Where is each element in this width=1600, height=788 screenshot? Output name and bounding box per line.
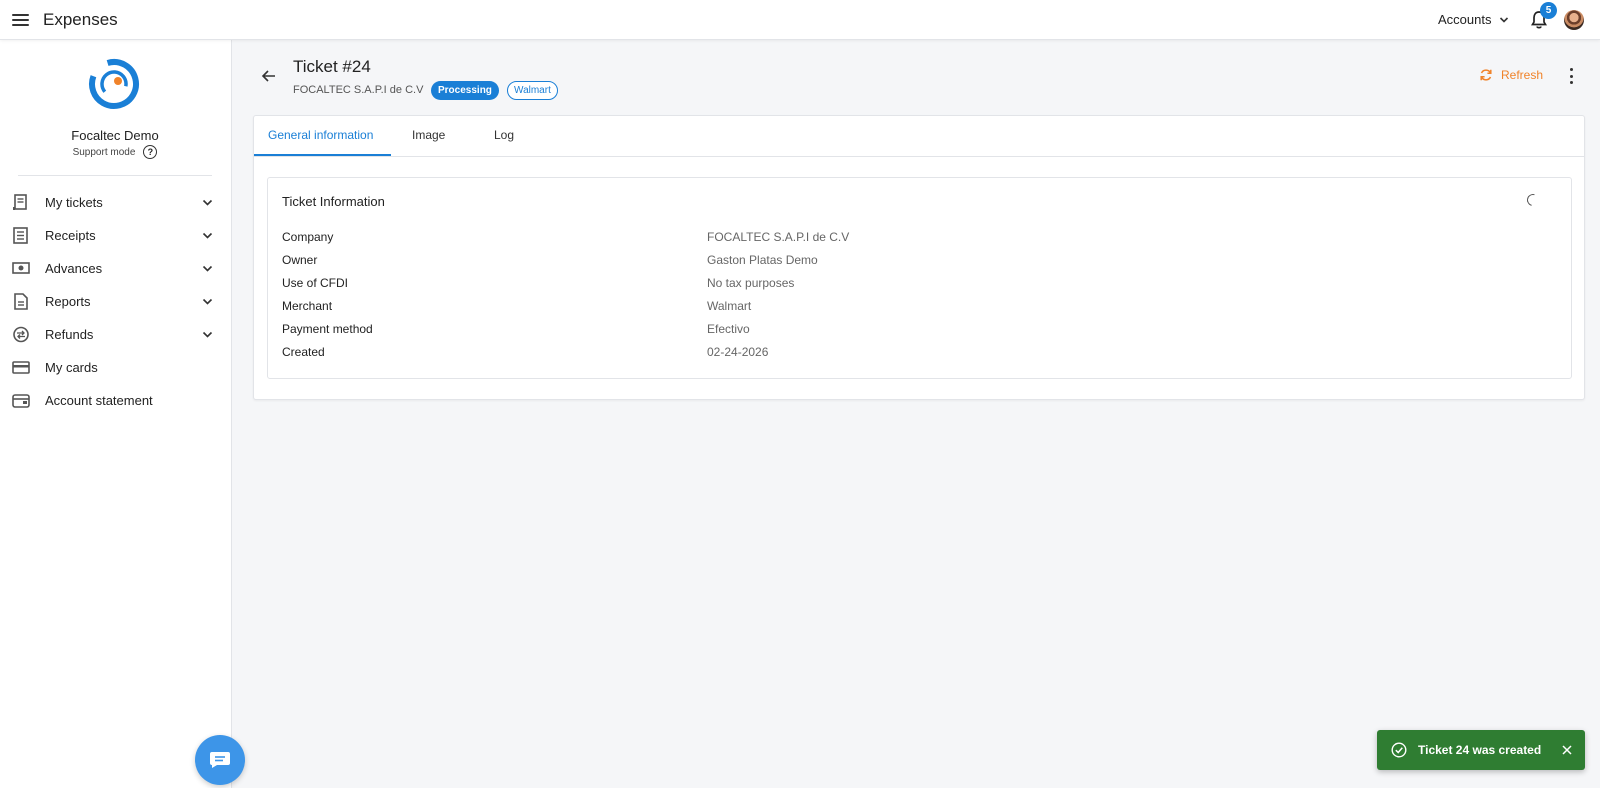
support-mode: Support mode ? xyxy=(0,145,230,159)
info-row-owner: Owner Gaston Platas Demo xyxy=(282,253,1552,273)
sidebar-item-label: Refunds xyxy=(45,327,94,342)
sidebar-item-account-statement[interactable]: Account statement xyxy=(0,384,232,417)
success-toast: Ticket 24 was created xyxy=(1377,730,1585,770)
info-label: Created xyxy=(282,345,325,359)
chevron-down-icon xyxy=(202,331,213,338)
info-label: Owner xyxy=(282,253,318,267)
refund-icon xyxy=(13,326,29,343)
help-icon[interactable]: ? xyxy=(143,145,158,159)
report-icon xyxy=(14,293,28,310)
org-name: Focaltec Demo xyxy=(71,128,159,143)
accounts-dropdown[interactable]: Accounts xyxy=(1438,12,1509,27)
sidebar-item-label: My cards xyxy=(45,360,98,375)
info-row-payment-method: Payment method Efectivo xyxy=(282,322,1552,342)
sidebar: Focaltec Demo Support mode ? My tickets … xyxy=(0,40,232,788)
chat-icon xyxy=(210,752,230,768)
status-badge: Processing xyxy=(431,81,499,100)
sidebar-item-refunds[interactable]: Refunds xyxy=(0,318,232,351)
info-value: Walmart xyxy=(707,299,752,313)
sidebar-nav: My tickets Receipts Advances Reports Ref… xyxy=(0,186,232,417)
sidebar-item-my-tickets[interactable]: My tickets xyxy=(0,186,232,219)
tab-general-information[interactable]: General information xyxy=(268,128,373,142)
sidebar-divider xyxy=(18,175,212,176)
merchant-badge: Walmart xyxy=(507,81,558,100)
ticket-card: General information Image Log Ticket Inf… xyxy=(253,115,1585,400)
active-tab-indicator xyxy=(254,154,391,156)
info-label: Payment method xyxy=(282,322,373,336)
refresh-icon xyxy=(1480,69,1492,81)
avatar[interactable] xyxy=(1564,10,1584,30)
accounts-label: Accounts xyxy=(1438,12,1492,27)
info-value: Gaston Platas Demo xyxy=(707,253,818,267)
refresh-button[interactable]: Refresh xyxy=(1479,68,1543,82)
ticket-icon xyxy=(13,194,27,210)
loading-spinner-icon xyxy=(1524,191,1542,209)
chevron-down-icon xyxy=(202,265,213,272)
more-options-icon[interactable] xyxy=(1568,68,1574,84)
sidebar-item-advances[interactable]: Advances xyxy=(0,252,232,285)
toast-message: Ticket 24 was created xyxy=(1418,743,1542,757)
app-title: Expenses xyxy=(43,10,118,29)
info-row-company: Company FOCALTEC S.A.P.I de C.V xyxy=(282,230,1552,250)
notification-count-badge: 5 xyxy=(1540,2,1557,19)
top-bar: Expenses Accounts 5 xyxy=(0,0,1600,40)
info-value: No tax purposes xyxy=(707,276,795,290)
sidebar-item-reports[interactable]: Reports xyxy=(0,285,232,318)
refresh-label: Refresh xyxy=(1501,68,1544,82)
sidebar-item-label: Advances xyxy=(45,261,103,276)
ticket-information-panel: Ticket Information Company FOCALTEC S.A.… xyxy=(267,177,1572,379)
sidebar-item-label: Receipts xyxy=(45,228,96,243)
panel-title: Ticket Information xyxy=(282,194,385,209)
info-row-merchant: Merchant Walmart xyxy=(282,299,1552,319)
info-label: Use of CFDI xyxy=(282,276,349,290)
chevron-down-icon xyxy=(202,199,213,206)
info-value: 02-24-2026 xyxy=(707,345,769,359)
sidebar-item-my-cards[interactable]: My cards xyxy=(0,351,232,384)
check-circle-icon xyxy=(1391,742,1407,758)
sidebar-item-label: Account statement xyxy=(45,393,153,408)
org-logo xyxy=(89,59,139,109)
tab-log[interactable]: Log xyxy=(494,128,514,142)
info-label: Company xyxy=(282,230,334,244)
ticket-company: FOCALTEC S.A.P.I de C.V xyxy=(293,84,424,96)
info-row-created: Created 02-24-2026 xyxy=(282,345,1552,365)
hamburger-menu-icon[interactable] xyxy=(12,10,32,30)
tab-image[interactable]: Image xyxy=(412,128,445,142)
close-icon[interactable] xyxy=(1561,744,1573,756)
info-row-use-of-cfdi: Use of CFDI No tax purposes xyxy=(282,276,1552,296)
card-icon xyxy=(12,361,30,374)
info-label: Merchant xyxy=(282,299,333,313)
tab-bar: General information Image Log xyxy=(254,116,1584,157)
cash-icon xyxy=(12,262,30,274)
chevron-down-icon xyxy=(1500,16,1509,23)
info-value: Efectivo xyxy=(707,322,750,336)
sidebar-item-label: My tickets xyxy=(45,195,103,210)
back-arrow-icon[interactable] xyxy=(260,67,278,85)
info-value: FOCALTEC S.A.P.I de C.V xyxy=(707,230,850,244)
chevron-down-icon xyxy=(202,298,213,305)
sidebar-item-label: Reports xyxy=(45,294,91,309)
chevron-down-icon xyxy=(202,232,213,239)
sidebar-item-receipts[interactable]: Receipts xyxy=(0,219,232,252)
page-title: Ticket #24 xyxy=(293,57,371,76)
chat-button[interactable] xyxy=(195,735,245,785)
support-mode-label: Support mode xyxy=(72,146,136,158)
wallet-icon xyxy=(12,394,30,408)
receipt-icon xyxy=(13,227,28,244)
